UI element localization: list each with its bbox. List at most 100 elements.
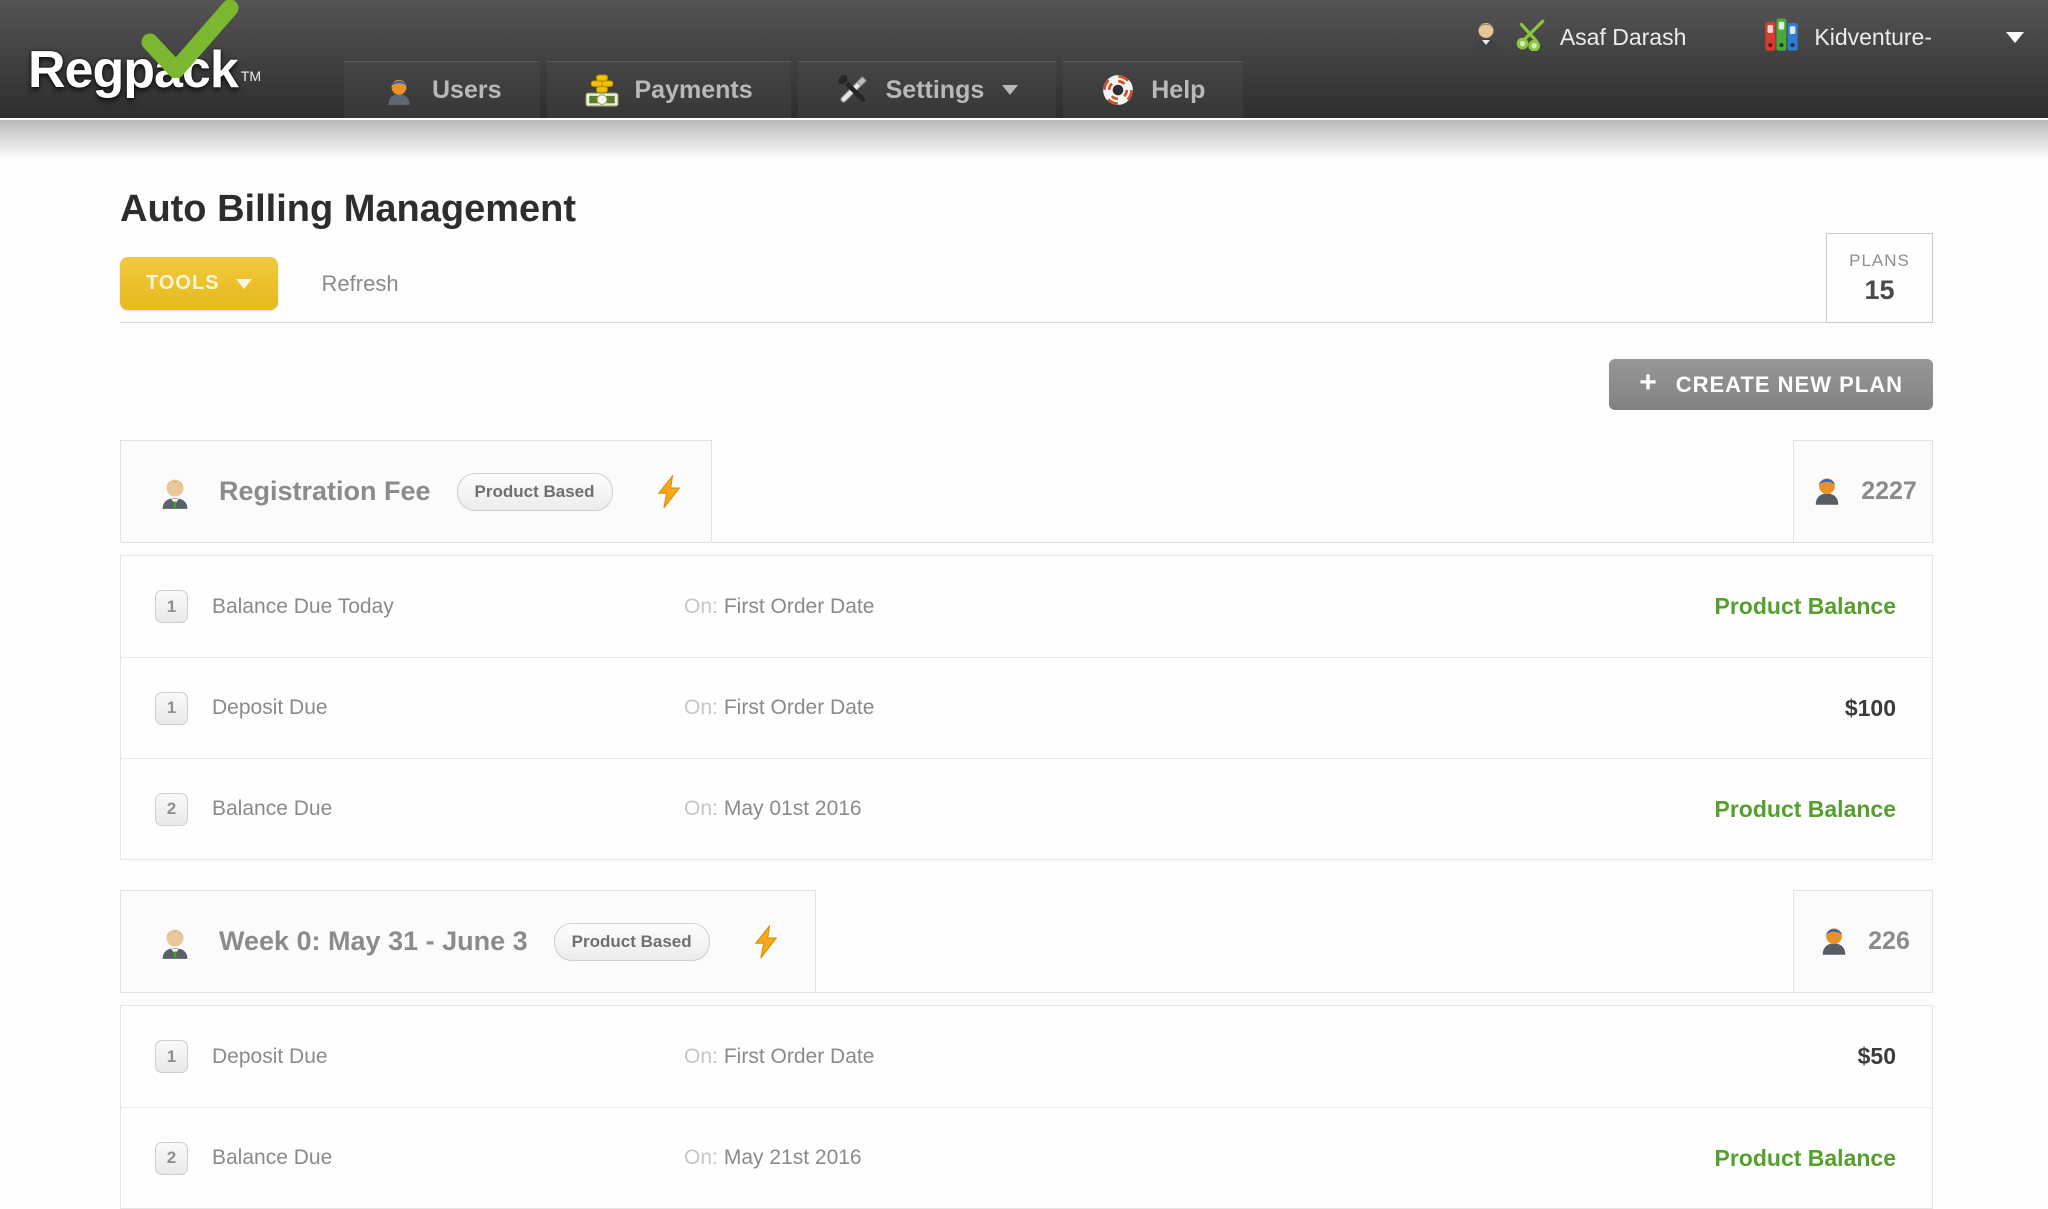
- on-label: On:: [684, 1146, 718, 1169]
- row-value: Product Balance: [1714, 1144, 1897, 1171]
- row-trigger: On: First Order Date: [684, 696, 1636, 720]
- user-name: Asaf Darash: [1559, 23, 1687, 50]
- row-name: Balance Due Today: [212, 594, 394, 618]
- tools-button-label: TOOLS: [146, 272, 220, 294]
- plan-card-week-0: Week 0: May 31 - June 3 Product Based 22…: [120, 890, 1933, 1209]
- row-value: Product Balance: [1714, 795, 1897, 822]
- plan-title-tab[interactable]: Registration Fee Product Based: [120, 440, 712, 543]
- row-trigger: On: First Order Date: [684, 1045, 1636, 1069]
- row-value: $100: [1844, 694, 1896, 721]
- plus-icon: +: [1639, 366, 1658, 399]
- person-count-icon: [1816, 921, 1852, 962]
- lifering-icon: [1101, 73, 1135, 107]
- plan-header-spacer: [712, 440, 1793, 543]
- plan-rows: 1 Deposit Due On: First Order Date $50 2 …: [120, 1005, 1933, 1209]
- nav-tab-users[interactable]: Users: [344, 61, 540, 118]
- main-content: Auto Billing Management TOOLS Refresh PL…: [120, 188, 1933, 1209]
- row-name: Balance Due: [212, 1146, 333, 1169]
- on-date: First Order Date: [723, 1044, 875, 1068]
- on-date: First Order Date: [723, 594, 875, 618]
- billing-row[interactable]: 1 Balance Due Today On: First Order Date …: [121, 556, 1932, 657]
- nav-tab-help[interactable]: Help: [1063, 61, 1244, 118]
- row-trigger: On: May 01st 2016: [684, 797, 1636, 821]
- header-fade: [0, 118, 2048, 166]
- on-date: May 01st 2016: [723, 797, 862, 820]
- tools-icon: [836, 73, 870, 107]
- row-value: $50: [1857, 1043, 1896, 1069]
- binders-icon: [1762, 14, 1802, 60]
- plan-user-count-value: 2227: [1861, 477, 1917, 505]
- create-button-label: CREATE NEW PLAN: [1675, 371, 1903, 397]
- create-row: + CREATE NEW PLAN: [120, 359, 1933, 410]
- plan-user-count-value: 226: [1868, 927, 1910, 955]
- nav-tab-label: Settings: [885, 75, 985, 104]
- scissors-icon: [1514, 17, 1548, 57]
- row-number-badge: 1: [155, 691, 188, 725]
- row-name: Deposit Due: [212, 696, 328, 719]
- plan-type-badge: Product Based: [553, 922, 710, 961]
- plan-header-spacer: [816, 890, 1793, 993]
- plan-person-icon: [157, 474, 193, 510]
- nav-tab-label: Help: [1151, 75, 1206, 104]
- row-name: Deposit Due: [212, 1044, 328, 1068]
- on-label: On:: [684, 696, 718, 719]
- on-label: On:: [684, 1044, 718, 1068]
- payments-icon: [585, 73, 619, 107]
- avatar-icon: [1470, 18, 1502, 56]
- on-date: May 21st 2016: [723, 1146, 862, 1169]
- plan-title-tab[interactable]: Week 0: May 31 - June 3 Product Based: [120, 890, 816, 993]
- tools-button[interactable]: TOOLS: [120, 257, 278, 310]
- lightning-icon: [752, 924, 780, 959]
- top-navbar: Regpack TM Users Payments Settings Help …: [0, 0, 2048, 118]
- chevron-down-icon: [1002, 85, 1019, 95]
- billing-row[interactable]: 1 Deposit Due On: First Order Date $50: [121, 1006, 1932, 1107]
- row-number-badge: 2: [155, 792, 188, 826]
- nav-tab-label: Users: [432, 75, 502, 104]
- logo-check-icon: [141, 0, 239, 78]
- plan-name: Registration Fee: [219, 476, 431, 506]
- row-trigger: On: May 21st 2016: [684, 1146, 1636, 1170]
- row-number-badge: 1: [155, 1040, 188, 1073]
- account-dropdown-caret[interactable]: [2006, 31, 2024, 43]
- lightning-icon: [655, 474, 683, 509]
- current-user[interactable]: Asaf Darash: [1470, 17, 1687, 57]
- plan-type-badge: Product Based: [456, 472, 613, 511]
- nav-tab-payments[interactable]: Payments: [546, 61, 791, 118]
- person-count-icon: [1809, 471, 1845, 512]
- plan-header: Registration Fee Product Based 2227: [120, 440, 1933, 543]
- plan-header: Week 0: May 31 - June 3 Product Based 22…: [120, 890, 1933, 993]
- page-title: Auto Billing Management: [120, 188, 576, 230]
- logo-trademark: TM: [240, 67, 261, 84]
- billing-row[interactable]: 2 Balance Due On: May 21st 2016 Product B…: [121, 1107, 1932, 1208]
- toolbar: TOOLS Refresh PLANS 15: [120, 233, 1933, 323]
- create-new-plan-button[interactable]: + CREATE NEW PLAN: [1609, 359, 1933, 410]
- plan-user-count[interactable]: 226: [1793, 890, 1933, 993]
- row-trigger: On: First Order Date: [684, 595, 1636, 619]
- plans-counter-label: PLANS: [1849, 250, 1910, 270]
- plan-person-icon: [157, 924, 193, 960]
- on-label: On:: [684, 594, 718, 618]
- billing-row[interactable]: 2 Balance Due On: May 01st 2016 Product B…: [121, 758, 1932, 859]
- account-name: Kidventure-: [1814, 23, 1932, 50]
- plans-counter: PLANS 15: [1826, 233, 1933, 323]
- on-date: First Order Date: [723, 696, 875, 719]
- main-nav: Users Payments Settings Help: [344, 61, 1244, 118]
- billing-row[interactable]: 1 Deposit Due On: First Order Date $100: [121, 657, 1932, 758]
- navbar-right: Asaf Darash Kidventure-: [1470, 14, 2024, 60]
- plan-user-count[interactable]: 2227: [1793, 440, 1933, 543]
- account-selector[interactable]: Kidventure-: [1762, 14, 1932, 60]
- row-value: Product Balance: [1714, 593, 1897, 619]
- plans-counter-value: 15: [1864, 274, 1895, 305]
- row-name: Balance Due: [212, 797, 333, 820]
- row-number-badge: 1: [155, 590, 188, 623]
- regpack-logo[interactable]: Regpack TM: [28, 0, 261, 100]
- plan-name: Week 0: May 31 - June 3: [219, 926, 528, 956]
- user-icon: [382, 73, 416, 107]
- chevron-down-icon: [235, 278, 252, 289]
- on-label: On:: [684, 797, 718, 820]
- plan-rows: 1 Balance Due Today On: First Order Date …: [120, 555, 1933, 860]
- nav-tab-label: Payments: [634, 75, 753, 104]
- nav-tab-settings[interactable]: Settings: [797, 61, 1057, 118]
- plan-card-registration-fee: Registration Fee Product Based 2227 1 Ba…: [120, 440, 1933, 860]
- refresh-link[interactable]: Refresh: [322, 271, 399, 297]
